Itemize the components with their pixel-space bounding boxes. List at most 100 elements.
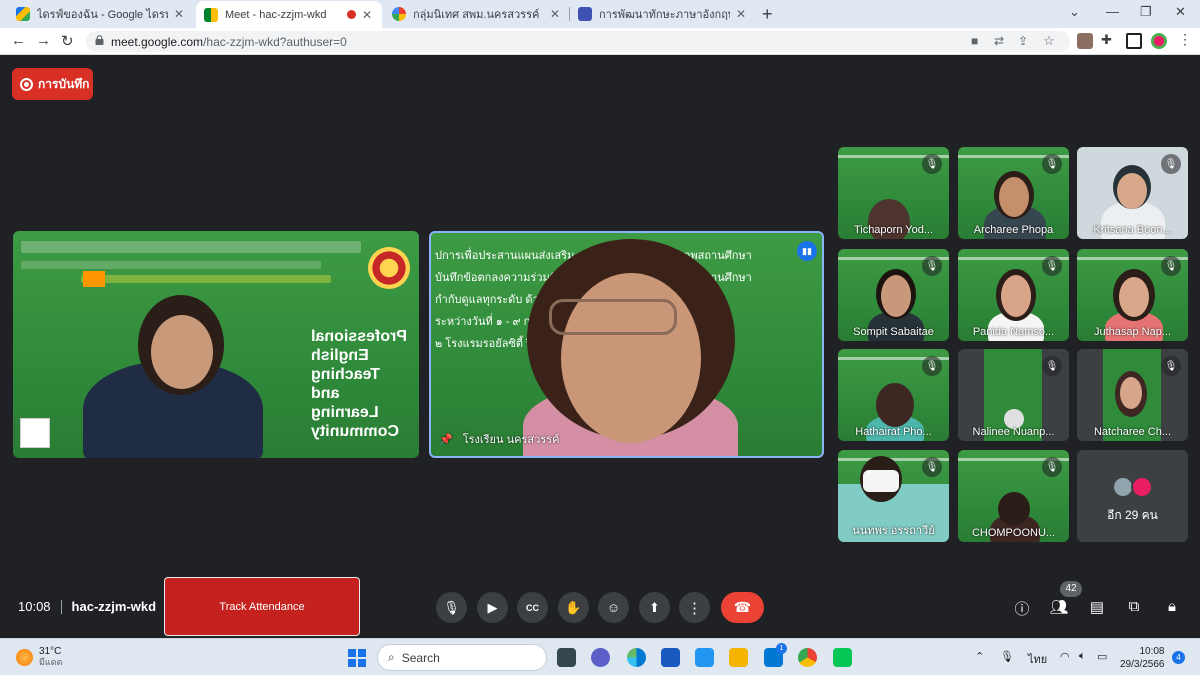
participant-tile[interactable]: 🎙︎ นนทพร อรรถาวีย์ [838, 450, 949, 542]
taskbar-search-box[interactable]: ⌕ Search [377, 644, 547, 671]
participant-tile[interactable]: 🎙︎ Natcharee Ch... [1077, 349, 1188, 441]
participant-tile[interactable]: 🎙︎ Sompit Sabaitae [838, 249, 949, 341]
more-options-button[interactable]: ⋮ [679, 592, 710, 623]
participant-name: Hathairat Pho... [855, 426, 932, 438]
battery-icon[interactable]: ▭ [1097, 650, 1107, 663]
chevron-up-icon[interactable]: ⌃ [975, 650, 984, 663]
present-button[interactable]: ⬆ [639, 592, 670, 623]
close-tab-icon[interactable]: ✕ [360, 8, 374, 22]
puzzle-icon[interactable]: ✚ [1101, 32, 1112, 48]
tab-group[interactable]: กลุ่มนิเทศ สพม.นครสวรรค์ ✕ [384, 2, 570, 26]
activities-icon[interactable]: ⧉ [1124, 598, 1144, 615]
raise-hand-button[interactable]: ✋ [558, 592, 589, 623]
menu-kebab-icon[interactable]: ⋮ [1178, 31, 1192, 48]
microphone-button[interactable]: 🎙︎ [436, 592, 467, 623]
pin-icon[interactable]: 📌 [439, 433, 453, 446]
tab-search-icon[interactable]: ⌄ [1069, 4, 1080, 20]
recording-badge[interactable]: การบันทึก [12, 68, 93, 100]
slide-title-line: Professional [310, 328, 407, 345]
task-view-icon[interactable] [557, 648, 576, 667]
mic-off-icon: 🎙︎ [1042, 457, 1062, 477]
restore-button[interactable]: ❐ [1140, 4, 1152, 20]
recording-indicator-icon [347, 10, 356, 19]
participant-tile[interactable]: 🎙︎ Panida Namso... [958, 249, 1069, 341]
address-bar[interactable]: meet.google.com/hac-zzjm-wkd?authuser=0 … [86, 31, 1070, 52]
presenter-video[interactable]: Professional English Teaching and Learni… [13, 231, 419, 458]
participant-tile[interactable]: 🎙︎ Archaree Phopa [958, 147, 1069, 239]
forward-arrow-icon[interactable]: → [36, 32, 51, 49]
participant-tile[interactable]: 🎙︎ CHOMPOONU... [958, 450, 1069, 542]
language-indicator[interactable]: ไทย [1028, 650, 1047, 668]
info-icon[interactable]: ⓘ [1012, 598, 1032, 619]
participant-face [881, 275, 911, 317]
participant-name: Tichaporn Yod... [853, 224, 934, 236]
speaker-name-tag: 📌 โรงเรียน นครสวรรค์ [439, 430, 559, 448]
windows-start-icon[interactable] [348, 649, 366, 667]
microphone-icon: 🎙︎ [443, 599, 460, 615]
profile-avatar[interactable] [1151, 33, 1167, 49]
new-tab-button[interactable]: + [762, 4, 773, 25]
minimize-button[interactable]: — [1106, 4, 1119, 19]
share-icon[interactable]: ⇪ [1018, 34, 1028, 48]
tab-forms[interactable]: การพัฒนาทักษะภาษาอังกฤษ English ✕ [570, 2, 756, 26]
tab-meet[interactable]: Meet - hac-zzjm-wkd ✕ [196, 1, 382, 28]
extension-icon[interactable] [1077, 33, 1093, 49]
forms-icon [578, 7, 592, 21]
camera-button[interactable]: ▶ [477, 592, 508, 623]
chrome-icon[interactable] [798, 648, 817, 667]
participant-face [1120, 377, 1142, 409]
file-explorer-icon[interactable] [729, 648, 748, 667]
teams-chat-icon[interactable] [591, 648, 610, 667]
app-l-icon[interactable] [695, 648, 714, 667]
wifi-icon[interactable]: ◠ [1060, 650, 1070, 663]
side-panel-icon[interactable] [1126, 33, 1142, 49]
chat-icon[interactable]: ▤ [1087, 598, 1107, 616]
taskbar-clock[interactable]: 10:08 29/3/2566 [1120, 645, 1165, 671]
speaking-indicator-icon: ▮▮ [797, 241, 817, 261]
reload-icon[interactable]: ↻ [61, 32, 74, 50]
people-icon[interactable]: 👥︎ [1049, 598, 1069, 616]
weather-widget[interactable]: 31°C มีแดด [16, 646, 62, 668]
weather-condition: มีแดด [39, 657, 63, 667]
reactions-button[interactable]: ☺ [598, 592, 629, 623]
participant-tile[interactable]: 🎙︎ Hathairat Pho... [838, 349, 949, 441]
host-controls-lock-icon[interactable]: 🔒︎ [1162, 598, 1182, 615]
participant-tile[interactable]: 🎙︎ Juthasap Nap... [1077, 249, 1188, 341]
captions-button[interactable]: CC [517, 592, 548, 623]
bookmark-star-icon[interactable]: ☆ [1043, 33, 1055, 49]
more-participants-tile[interactable]: อีก 29 คน [1077, 450, 1188, 542]
mic-off-icon: 🎙︎ [922, 457, 942, 477]
participant-tile[interactable]: 🎙︎ Tichaporn Yod... [838, 147, 949, 239]
slide-title-line: English [310, 347, 369, 364]
mic-off-icon: 🎙︎ [1042, 356, 1062, 376]
line-icon[interactable] [833, 648, 852, 667]
close-window-button[interactable]: ✕ [1175, 4, 1186, 20]
close-tab-icon[interactable]: ✕ [172, 7, 186, 21]
mic-off-icon: 🎙︎ [922, 256, 942, 276]
notification-badge[interactable]: 4 [1172, 651, 1185, 664]
search-placeholder: Search [401, 650, 440, 665]
camera-icon[interactable]: ■ [971, 34, 978, 48]
meeting-details: 10:08 hac-zzjm-wkd [18, 599, 156, 614]
main-speaker-video[interactable]: ปการเพื่อประสานแผนส่งเสริม บันทึกข้อตกลง… [429, 231, 824, 458]
edge-icon[interactable] [627, 648, 646, 667]
translate-icon[interactable]: ⇄ [994, 34, 1004, 48]
close-tab-icon[interactable]: ✕ [734, 7, 748, 21]
pelc-logo [20, 418, 50, 448]
participant-face [999, 177, 1029, 217]
tab-drive[interactable]: ไดรฟ์ของฉัน - Google ไดรฟ์ ✕ [8, 2, 194, 26]
tray-microphone-icon[interactable]: 🎙︎ [1000, 650, 1014, 663]
browser-toolbar: ← → ↻ meet.google.com/hac-zzjm-wkd?authu… [0, 28, 1200, 55]
participant-tile[interactable]: 🎙︎ Nalinee Nuanp... [958, 349, 1069, 441]
word-icon[interactable] [661, 648, 680, 667]
track-attendance-button[interactable]: Track Attendance [164, 577, 360, 636]
sun-icon [16, 648, 33, 666]
end-call-button[interactable]: ☎ [721, 592, 764, 623]
participant-tile[interactable]: 🎙︎ Kritsana Boon... [1077, 147, 1188, 239]
present-screen-icon: ⬆ [649, 599, 660, 615]
volume-icon[interactable]: 🔈︎ [1079, 650, 1086, 663]
participant-name: Juthasap Nap... [1093, 326, 1172, 338]
videocam-icon: ▶ [487, 599, 498, 615]
back-arrow-icon[interactable]: ← [11, 32, 26, 49]
close-tab-icon[interactable]: ✕ [548, 7, 562, 21]
